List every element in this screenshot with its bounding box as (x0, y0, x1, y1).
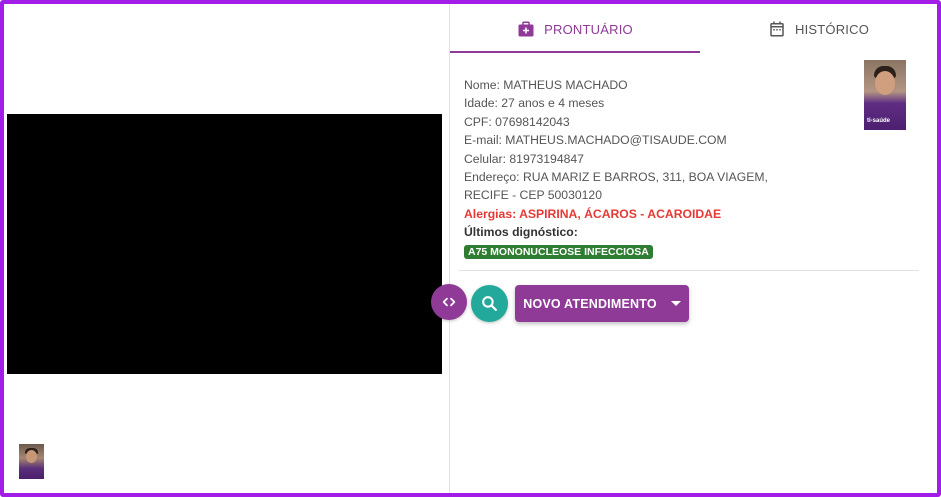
calendar-icon (770, 21, 784, 37)
diagnosis-title: Últimos dignóstico: (464, 225, 578, 240)
tab-historico-label: HISTÓRICO (794, 21, 870, 37)
app-frame: PRONTUÁRIO HISTÓRICO Nome: MATHEUS MACHA… (0, 0, 941, 497)
toggle-panel-button[interactable] (431, 284, 467, 320)
photo-brand-text: ti-saúde (867, 118, 891, 124)
patient-cpf: CPF: 07698142043 (464, 114, 570, 129)
tab-bar: PRONTUÁRIO HISTÓRICO (450, 4, 937, 54)
novo-atendimento-label: NOVO ATENDIMENTO (523, 296, 657, 311)
active-tab-indicator (450, 51, 700, 53)
info-divider (459, 270, 919, 271)
remote-video (7, 114, 442, 374)
medical-bag-icon (518, 21, 534, 37)
search-button[interactable] (471, 285, 508, 322)
tab-prontuario[interactable]: PRONTUÁRIO (450, 4, 700, 54)
diagnosis-badge: A75 MONONUCLEOSE INFECCIOSA (464, 244, 653, 259)
patient-allergies: Alergias: ASPIRINA, ÁCAROS - ACAROIDAE (464, 206, 722, 221)
patient-phone: Celular: 81973194847 (464, 151, 584, 166)
patient-info: Nome: MATHEUS MACHADO Idade: 27 anos e 4… (464, 76, 794, 260)
video-pane (4, 4, 450, 493)
patient-photo: ti-saúde (864, 60, 906, 130)
tab-prontuario-label: PRONTUÁRIO (544, 21, 633, 37)
caret-down-icon (670, 301, 681, 306)
patient-age: Idade: 27 anos e 4 meses (464, 96, 605, 111)
tab-historico[interactable]: HISTÓRICO (700, 4, 937, 54)
search-icon (482, 296, 497, 311)
code-chevrons-icon (442, 297, 456, 307)
self-video-thumbnail[interactable] (19, 444, 44, 479)
patient-panel: PRONTUÁRIO HISTÓRICO Nome: MATHEUS MACHA… (450, 4, 937, 493)
patient-address-line1: Endereço: RUA MARIZ E BARROS, 311, BOA V… (464, 170, 768, 185)
patient-name: Nome: MATHEUS MACHADO (464, 78, 628, 92)
patient-email: E-mail: MATHEUS.MACHADO@TISAUDE.COM (464, 133, 727, 148)
novo-atendimento-button[interactable]: NOVO ATENDIMENTO (515, 285, 689, 322)
patient-address-line2: RECIFE - CEP 50030120 (464, 188, 602, 203)
